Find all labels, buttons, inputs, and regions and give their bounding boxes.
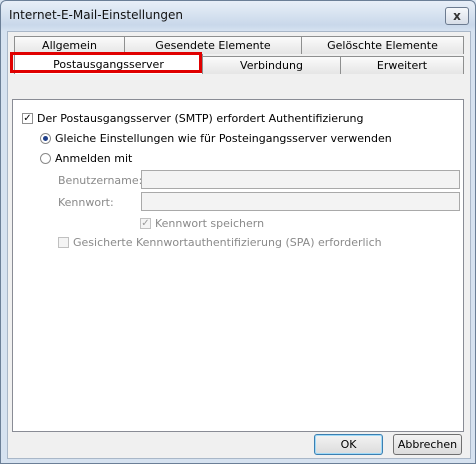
tab-row-front: Postausgangsserver Verbindung Erweitert [12, 54, 464, 75]
username-label-text: Benutzername: [58, 174, 143, 187]
save-password-label: Kennwort speichern [155, 217, 265, 230]
username-label: Benutzername: [58, 174, 142, 187]
radio-login-row[interactable]: Anmelden mit [40, 152, 132, 165]
close-button[interactable]: x [445, 7, 469, 25]
spa-label: Gesicherte Kennwortauthentifizierung (SP… [73, 236, 382, 249]
tab-postausgangsserver[interactable]: Postausgangsserver [14, 54, 203, 74]
tab-panel-postausgangsserver: ✓ Der Postausgangsserver (SMTP) erforder… [12, 99, 464, 432]
smtp-auth-label: Der Postausgangsserver (SMTP) erfordert … [37, 112, 364, 125]
tab-label: Postausgangsserver [53, 58, 164, 71]
dialog-client-area: Allgemein Gesendete Elemente Gelöschte E… [7, 31, 471, 459]
cancel-button-label: Abbrechen [397, 438, 458, 451]
tab-geloeschte-elemente[interactable]: Gelöschte Elemente [301, 36, 464, 54]
ok-button-label: OK [340, 438, 357, 451]
ok-button[interactable]: OK [314, 434, 383, 455]
radio-same-settings-label: Gleiche Einstellungen wie für Posteingan… [55, 132, 392, 145]
tab-allgemein[interactable]: Allgemein [14, 36, 125, 54]
password-label-text: Kennwort: [58, 196, 114, 209]
tab-label: Gelöschte Elemente [327, 39, 438, 52]
password-field[interactable] [141, 192, 460, 211]
radio-selected-icon [43, 136, 48, 141]
cancel-button[interactable]: Abbrechen [393, 434, 462, 455]
radio-login-with[interactable] [40, 153, 51, 164]
spa-checkbox[interactable] [58, 237, 69, 248]
tab-row-back: Allgemein Gesendete Elemente Gelöschte E… [12, 36, 464, 55]
radio-login-label: Anmelden mit [55, 152, 133, 165]
tab-label: Verbindung [240, 59, 303, 72]
save-password-checkbox[interactable]: ✓ [140, 218, 151, 229]
tab-label: Erweitert [376, 59, 428, 72]
smtp-auth-checkbox-row[interactable]: ✓ Der Postausgangsserver (SMTP) erforder… [22, 112, 364, 125]
checkmark-icon: ✓ [23, 112, 32, 124]
title-bar[interactable]: Internet-E-Mail-Einstellungen x [1, 1, 475, 29]
password-label: Kennwort: [58, 196, 114, 209]
tab-erweitert[interactable]: Erweitert [340, 56, 464, 74]
close-icon: x [453, 9, 461, 23]
tab-gesendete-elemente[interactable]: Gesendete Elemente [124, 36, 302, 54]
username-field[interactable] [141, 170, 460, 189]
tab-verbindung[interactable]: Verbindung [202, 56, 341, 74]
tab-label: Allgemein [42, 39, 97, 52]
window-title: Internet-E-Mail-Einstellungen [9, 8, 183, 22]
checkmark-icon: ✓ [141, 217, 150, 229]
spa-row[interactable]: Gesicherte Kennwortauthentifizierung (SP… [58, 236, 382, 249]
dialog-window: Internet-E-Mail-Einstellungen x Allgemei… [0, 0, 476, 464]
tab-label: Gesendete Elemente [155, 39, 271, 52]
smtp-auth-checkbox[interactable]: ✓ [22, 113, 33, 124]
radio-same-settings[interactable] [40, 133, 51, 144]
save-password-row[interactable]: ✓ Kennwort speichern [140, 217, 264, 230]
radio-same-settings-row[interactable]: Gleiche Einstellungen wie für Posteingan… [40, 132, 392, 145]
